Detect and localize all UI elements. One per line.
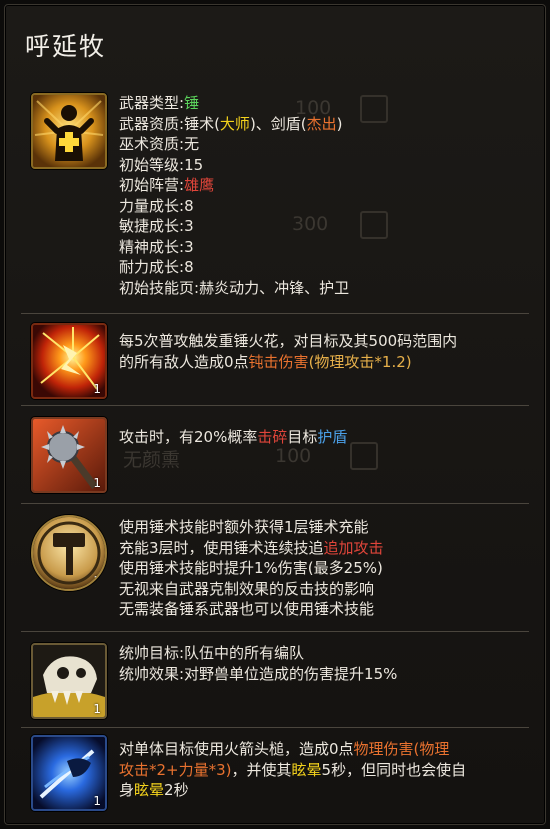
skill-description: 统帅目标:队伍中的所有编队 统帅效果:对野兽单位造成的伤害提升15% <box>119 643 527 684</box>
blunt-damage-keyword: 钝击伤害 <box>248 352 309 371</box>
stun-keyword: 眩晕 <box>134 781 165 799</box>
shatter-keyword: 击碎 <box>257 428 288 446</box>
skill-page-label: 初始技能页: <box>119 278 200 297</box>
initial-level-row: 初始等级:15 <box>119 155 527 176</box>
skill-desc-line: 每5次普攻触发重锤火花，对目标及其500码范围内 <box>119 332 458 350</box>
skill-description: 攻击时，有20%概率击碎目标护盾 <box>119 427 527 448</box>
skill-description: 对单体目标使用火箭头槌，造成0点物理伤害(物理 攻击*2+力量*3)，并使其眩晕… <box>119 739 527 801</box>
stun-keyword: 眩晕 <box>291 760 322 779</box>
skill-desc-line: 统帅目标:队伍中的所有编队 <box>119 644 305 662</box>
skill-desc-text: 身 <box>119 781 135 799</box>
skill-hammer-mastery[interactable]: 1 使用锤术技能时额外获得1层锤术充能 充能3层时，使用锤术连续技追追加攻击 使… <box>21 507 529 629</box>
skill-description: 每5次普攻触发重锤火花，对目标及其500码范围内 的所有敌人造成0点钝击伤害(物… <box>119 331 527 372</box>
agi-growth-value: 3 <box>184 217 194 235</box>
spi-growth-label: 精神成长: <box>119 237 185 256</box>
skill-desc-line: 使用锤术技能时额外获得1层锤术充能 <box>119 518 369 536</box>
skill-desc-line: 身眩晕2秒 <box>119 780 527 801</box>
spi-growth-value: 3 <box>184 237 194 256</box>
skill-hammer-spark[interactable]: 1 每5次普攻触发重锤火花，对目标及其500码范围内 的所有敌人造成0点钝击伤害… <box>21 317 529 401</box>
divider <box>21 631 529 632</box>
weapon-aptitude-row: 武器资质:锤术(大师)、剑盾(杰出) <box>119 114 527 135</box>
hammer-grade: 大师 <box>219 114 250 133</box>
skill-desc-text: 5秒，但同时也会使自 <box>321 760 467 779</box>
rocket-headbutt-icon: 1 <box>31 735 107 811</box>
magic-aptitude-value: 无 <box>184 135 200 153</box>
divider <box>21 503 529 504</box>
end-growth-value: 8 <box>184 258 194 276</box>
magic-aptitude-row: 巫术资质:无 <box>119 134 527 155</box>
skill-page-value: 赫炎动力、冲锋、护卫 <box>199 278 350 297</box>
initial-level-label: 初始等级: <box>119 155 185 174</box>
skill-desc-text: 的所有敌人造成0点 <box>119 352 249 371</box>
weapon-aptitude-close: ) <box>336 114 343 133</box>
initial-camp-row: 初始阵营:雄鹰 <box>119 175 527 196</box>
divider <box>21 313 529 314</box>
weapon-aptitude-sword-shield: )、剑盾( <box>249 114 307 133</box>
skill-desc-text: 2秒 <box>164 781 189 799</box>
end-growth-label: 耐力成长: <box>119 258 185 276</box>
divider <box>21 405 529 406</box>
damage-formula: 攻击*2+力量*3) <box>119 760 232 779</box>
skill-desc-line: 对单体目标使用火箭头槌，造成0点物理伤害(物理 <box>119 739 527 760</box>
skill-desc-text: 目标 <box>287 428 318 446</box>
skill-desc-text: 攻击时，有20%概率 <box>119 428 258 446</box>
damage-formula: (物理攻击*1.2) <box>308 352 412 371</box>
skill-level: 1 <box>93 794 101 808</box>
weapon-type-label: 武器类型: <box>119 94 185 112</box>
str-growth-label: 力量成长: <box>119 196 185 215</box>
skill-desc-line: 攻击*2+力量*3)，并使其眩晕5秒，但同时也会使自 <box>119 760 527 781</box>
skill-desc-line: 的所有敌人造成0点钝击伤害(物理攻击*1.2) <box>119 352 527 373</box>
agi-growth-row: 敏捷成长:3 <box>119 216 527 237</box>
skill-desc-line: 攻击时，有20%概率击碎目标护盾 <box>119 427 527 448</box>
skill-level: 1 <box>93 574 101 588</box>
skill-desc-line: 充能3层时，使用锤术连续技追追加攻击 <box>119 538 527 559</box>
str-growth-value: 8 <box>184 196 194 215</box>
weapon-type-row: 武器类型:锤 <box>119 93 527 114</box>
skill-rocket-headbutt[interactable]: 1 对单体目标使用火箭头槌，造成0点物理伤害(物理 攻击*2+力量*3)，并使其… <box>21 731 529 819</box>
hammer-mastery-icon: 1 <box>31 515 107 591</box>
spiked-mace-icon: 1 <box>31 417 107 493</box>
skill-desc-line: 无需装备锤系武器也可以使用锤术技能 <box>119 600 375 618</box>
skill-level: 1 <box>93 382 101 396</box>
skill-desc-text: 对单体目标使用火箭头槌，造成0点 <box>119 740 354 758</box>
skill-level: 1 <box>93 476 101 490</box>
hero-name: 呼延牧 <box>25 32 107 61</box>
skill-command[interactable]: 1 统帅目标:队伍中的所有编队 统帅效果:对野兽单位造成的伤害提升15% <box>21 635 529 725</box>
hero-stats-section: 武器类型:锤 武器资质:锤术(大师)、剑盾(杰出) 巫术资质:无 初始等级:15… <box>21 85 529 311</box>
skill-page-row: 初始技能页:赫炎动力、冲锋、护卫 <box>119 278 527 299</box>
initial-level-value: 15 <box>184 155 204 174</box>
spi-growth-row: 精神成长:3 <box>119 237 527 258</box>
sword-shield-grade: 杰出 <box>306 114 337 133</box>
skill-desc-line: 无视来自武器克制效果的反击技的影响 <box>119 579 375 598</box>
skill-level: 1 <box>93 702 101 716</box>
priest-class-icon <box>31 93 107 169</box>
hero-stats-list: 武器类型:锤 武器资质:锤术(大师)、剑盾(杰出) 巫术资质:无 初始等级:15… <box>119 93 527 298</box>
weapon-type-value: 锤 <box>184 94 200 112</box>
agi-growth-label: 敏捷成长: <box>119 217 185 235</box>
end-growth-row: 耐力成长:8 <box>119 257 527 278</box>
magic-aptitude-label: 巫术资质: <box>119 135 185 153</box>
divider <box>21 727 529 728</box>
hammer-spark-icon: 1 <box>31 323 107 399</box>
shield-keyword: 护盾 <box>317 428 348 446</box>
skill-desc-line: 使用锤术技能时提升1%伤害(最多25%) <box>119 559 383 577</box>
weapon-aptitude-label: 武器资质: <box>119 114 185 133</box>
hero-tooltip: 100 300 100 无颜熏 呼延牧 武器类型:锤 武器资质:锤术(大师)、剑… <box>4 4 546 825</box>
str-growth-row: 力量成长:8 <box>119 196 527 217</box>
initial-camp-label: 初始阵营: <box>119 176 185 194</box>
skill-desc-text: ，并使其 <box>231 760 292 779</box>
skill-desc-line: 统帅效果:对野兽单位造成的伤害提升15% <box>119 664 398 683</box>
skill-desc-text: 充能3层时，使用锤术连续技追 <box>119 538 324 557</box>
weapon-aptitude-hammer: 锤术( <box>184 114 220 133</box>
skill-description: 使用锤术技能时额外获得1层锤术充能 充能3层时，使用锤术连续技追追加攻击 使用锤… <box>119 517 527 620</box>
skill-shield-break[interactable]: 1 攻击时，有20%概率击碎目标护盾 <box>21 409 529 499</box>
extra-attack-keyword: 追加攻击 <box>323 538 384 557</box>
initial-camp-value: 雄鹰 <box>184 176 215 194</box>
beast-skull-icon: 1 <box>31 643 107 719</box>
physical-damage-keyword: 物理伤害(物理 <box>353 740 450 758</box>
